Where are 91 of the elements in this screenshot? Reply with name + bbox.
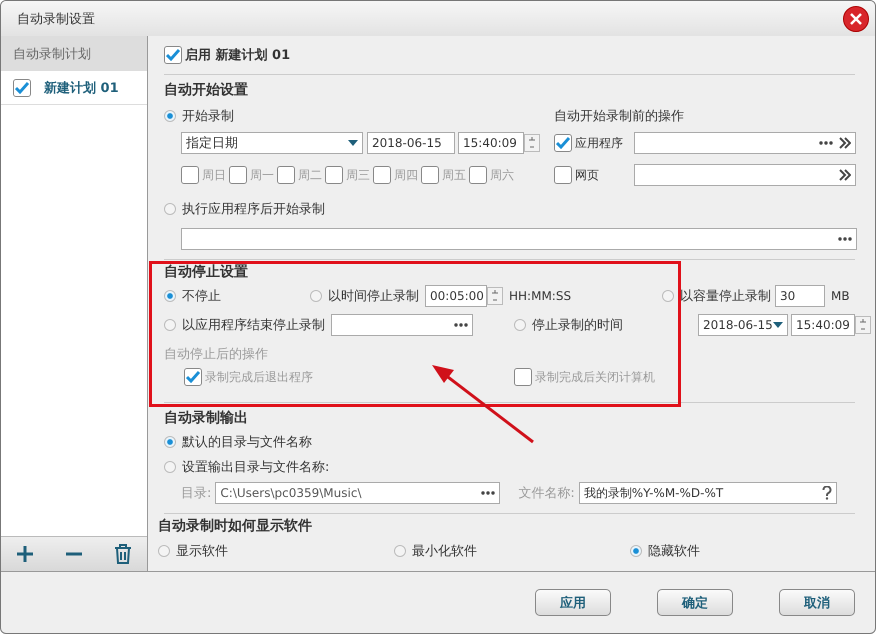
action-label: 录制完成后退出程序 <box>205 368 313 386</box>
checkbox[interactable] <box>373 166 391 184</box>
weekday-label: 周三 <box>346 166 370 184</box>
weekday-label: 周六 <box>490 166 514 184</box>
weekday-label: 周四 <box>394 166 418 184</box>
size-field[interactable]: 30 <box>775 285 825 307</box>
option-label: 设置输出目录与文件名称: <box>182 458 330 476</box>
checkbox[interactable] <box>469 166 487 184</box>
radio-button[interactable] <box>164 319 176 331</box>
option-label: 开始录制 <box>182 108 234 125</box>
option-label: 执行应用程序后开始录制 <box>182 201 325 218</box>
file-name-label: 文件名称: <box>518 485 575 502</box>
radio-button[interactable] <box>514 319 526 331</box>
time-field[interactable]: 15:40:09 <box>791 314 855 336</box>
checkbox[interactable] <box>181 166 199 184</box>
option-label: 隐藏软件 <box>648 543 700 560</box>
radio-button[interactable] <box>662 290 674 302</box>
help-icon[interactable] <box>822 486 832 500</box>
spin-arrows-icon[interactable] <box>855 316 871 334</box>
option-label: 显示软件 <box>176 543 228 560</box>
window-title: 自动录制设置 <box>17 10 95 28</box>
mode-dropdown[interactable]: 指定日期 <box>181 132 363 154</box>
radio-button[interactable] <box>164 203 176 215</box>
option-label: 最小化软件 <box>412 543 477 560</box>
checkbox[interactable] <box>554 166 572 184</box>
weekday-label: 周五 <box>442 166 466 184</box>
time-field[interactable]: 00:05:00 <box>425 285 487 307</box>
radio-button[interactable] <box>164 436 176 448</box>
option-label: 以容量停止录制 <box>680 288 771 305</box>
checkbox[interactable] <box>514 368 532 386</box>
dialog-button[interactable]: 取消 <box>779 589 855 616</box>
checkbox[interactable] <box>229 166 247 184</box>
more-icon[interactable] <box>481 491 496 495</box>
more-icon[interactable] <box>819 141 833 145</box>
radio-button[interactable] <box>164 110 176 122</box>
spin-arrows-icon[interactable] <box>524 134 540 152</box>
checkbox[interactable] <box>277 166 295 184</box>
double-chevron-icon[interactable] <box>839 137 851 149</box>
app-path-field[interactable] <box>181 228 857 250</box>
radio-button[interactable] <box>158 545 170 557</box>
radio-button[interactable] <box>164 460 176 472</box>
action-field[interactable] <box>634 164 856 186</box>
option-label: 默认的目录与文件名称 <box>182 434 312 450</box>
more-icon[interactable] <box>838 237 852 241</box>
checkbox[interactable] <box>325 166 343 184</box>
checkbox[interactable] <box>164 46 182 64</box>
date-field[interactable]: 2018-06-15 <box>367 132 455 154</box>
sidebar-header: 自动录制计划 <box>1 36 147 71</box>
close-button[interactable] <box>843 6 869 32</box>
date-field[interactable]: 2018-06-15 <box>698 314 788 336</box>
caret-icon[interactable] <box>348 140 358 146</box>
unit-label: HH:MM:SS <box>509 289 572 303</box>
section-title: 自动录制时如何显示软件 <box>158 517 312 535</box>
radio-button[interactable] <box>630 545 642 557</box>
time-field[interactable]: 15:40:09 <box>458 132 524 154</box>
radio-button[interactable] <box>310 290 322 302</box>
dir-label: 目录: <box>181 485 212 502</box>
more-icon[interactable] <box>454 323 468 327</box>
file-name-field[interactable]: 我的录制%Y-%M-%D-%T <box>578 482 837 504</box>
option-label: 以应用程序结束停止录制 <box>182 317 325 334</box>
section-title: 自动开始设置 <box>164 81 248 99</box>
action-field[interactable] <box>634 132 856 154</box>
option-label: 以时间停止录制 <box>328 288 419 305</box>
option-label: 停止录制的时间 <box>532 317 623 334</box>
checkbox[interactable] <box>554 134 572 152</box>
close-icon[interactable] <box>850 12 862 24</box>
caret-icon[interactable] <box>773 322 783 328</box>
after-actions-title: 自动停止后的操作 <box>164 346 268 363</box>
dialog-button[interactable]: 确定 <box>657 589 733 616</box>
dialog-button[interactable]: 应用 <box>535 589 611 616</box>
unit-label: MB <box>831 289 850 303</box>
double-chevron-icon[interactable] <box>839 169 851 181</box>
weekday-label: 周二 <box>298 166 322 184</box>
weekday-label: 周一 <box>250 166 274 184</box>
app-path-field[interactable] <box>331 314 473 336</box>
action-label: 录制完成后关闭计算机 <box>535 368 655 386</box>
checkbox[interactable] <box>184 368 202 386</box>
action-label: 网页 <box>575 166 599 184</box>
checkbox[interactable] <box>421 166 439 184</box>
spin-arrows-icon[interactable] <box>487 287 503 305</box>
pre-actions-title: 自动开始录制前的操作 <box>554 108 684 125</box>
action-label: 应用程序 <box>575 134 623 152</box>
radio-button[interactable] <box>164 290 176 302</box>
section-title: 自动录制输出 <box>164 409 248 427</box>
checkbox[interactable] <box>13 78 31 96</box>
enable-label: 启用 新建计划 01 <box>185 46 290 64</box>
radio-button[interactable] <box>394 545 406 557</box>
section-title: 自动停止设置 <box>164 263 248 281</box>
option-label: 不停止 <box>182 288 221 305</box>
dir-field[interactable]: C:\Users\pc0359\Music\ <box>215 482 500 504</box>
weekday-label: 周日 <box>202 166 226 184</box>
